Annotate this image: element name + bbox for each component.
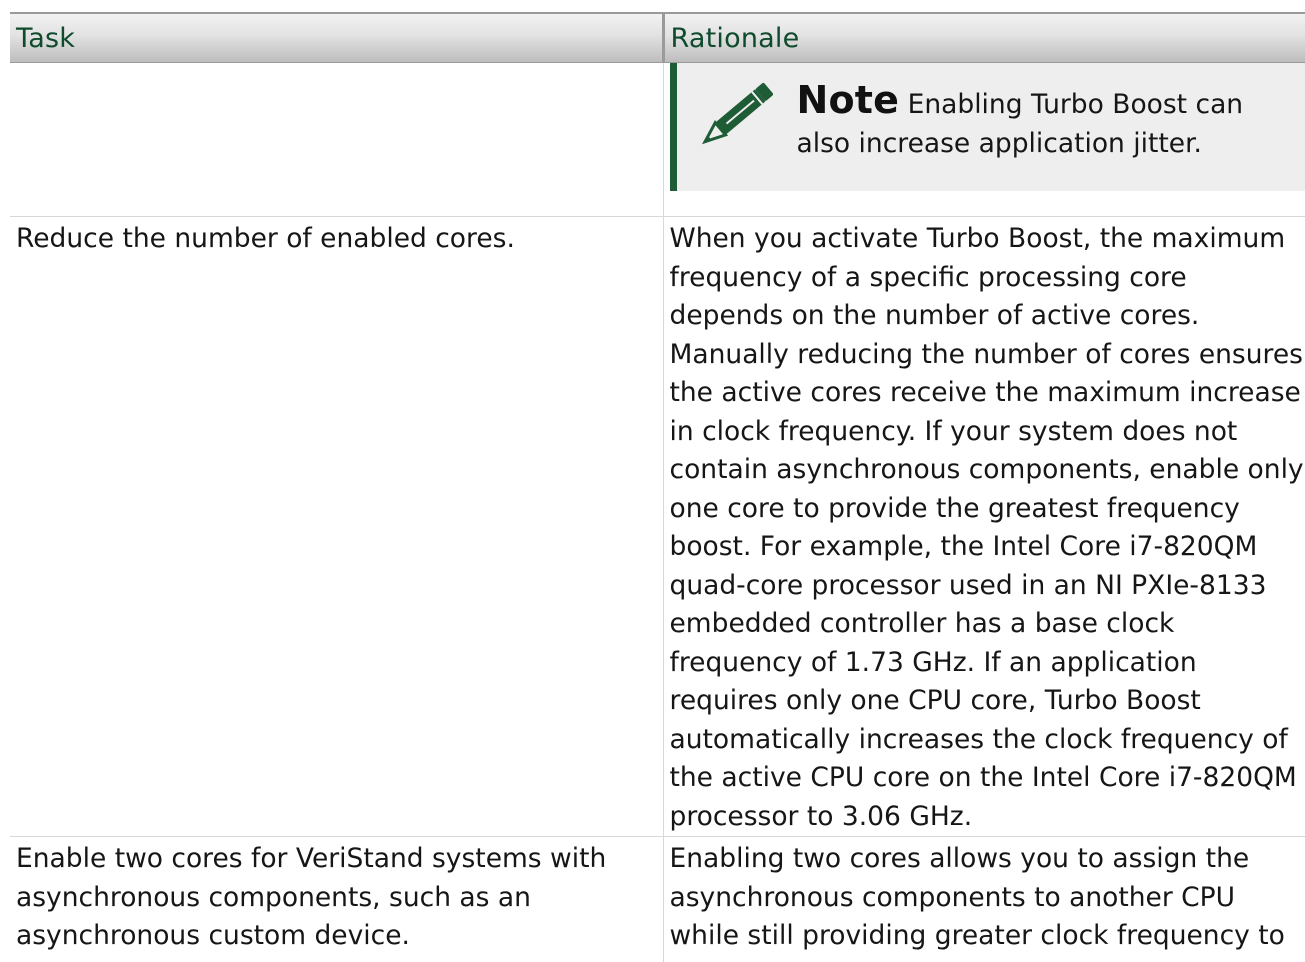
header-task: Task [10, 12, 665, 63]
task-cell: Enable two cores for VeriStand systems w… [10, 836, 664, 962]
table-row: Note Enabling Turbo Boost can also incre… [10, 62, 1305, 217]
rationale-cell: Enabling two cores allows you to assign … [663, 836, 1305, 962]
task-rationale-table: Task Rationale Note Enabling Turbo Boost… [10, 12, 1305, 962]
task-cell: Reduce the number of enabled cores. [10, 216, 664, 837]
task-text: Reduce the number of enabled cores. [16, 223, 515, 254]
rationale-text: When you activate Turbo Boost, the maxim… [669, 223, 1304, 832]
rationale-text: Enabling two cores allows you to assign … [669, 843, 1285, 962]
note-box: Note Enabling Turbo Boost can also incre… [669, 63, 1305, 191]
rationale-cell: When you activate Turbo Boost, the maxim… [663, 216, 1305, 837]
table-row: Reduce the number of enabled cores. When… [10, 216, 1305, 837]
rationale-cell-note: Note Enabling Turbo Boost can also incre… [663, 62, 1305, 217]
task-cell-empty [10, 62, 664, 217]
page: Task Rationale Note Enabling Turbo Boost… [0, 0, 1305, 962]
table-row: Enable two cores for VeriStand systems w… [10, 836, 1305, 962]
table-header-row: Task Rationale [10, 12, 1305, 63]
pencil-icon [693, 73, 783, 155]
note-content: Note Enabling Turbo Boost can also incre… [797, 81, 1281, 163]
header-rationale: Rationale [663, 12, 1305, 63]
task-text: Enable two cores for VeriStand systems w… [16, 843, 607, 951]
note-label: Note [796, 78, 900, 122]
